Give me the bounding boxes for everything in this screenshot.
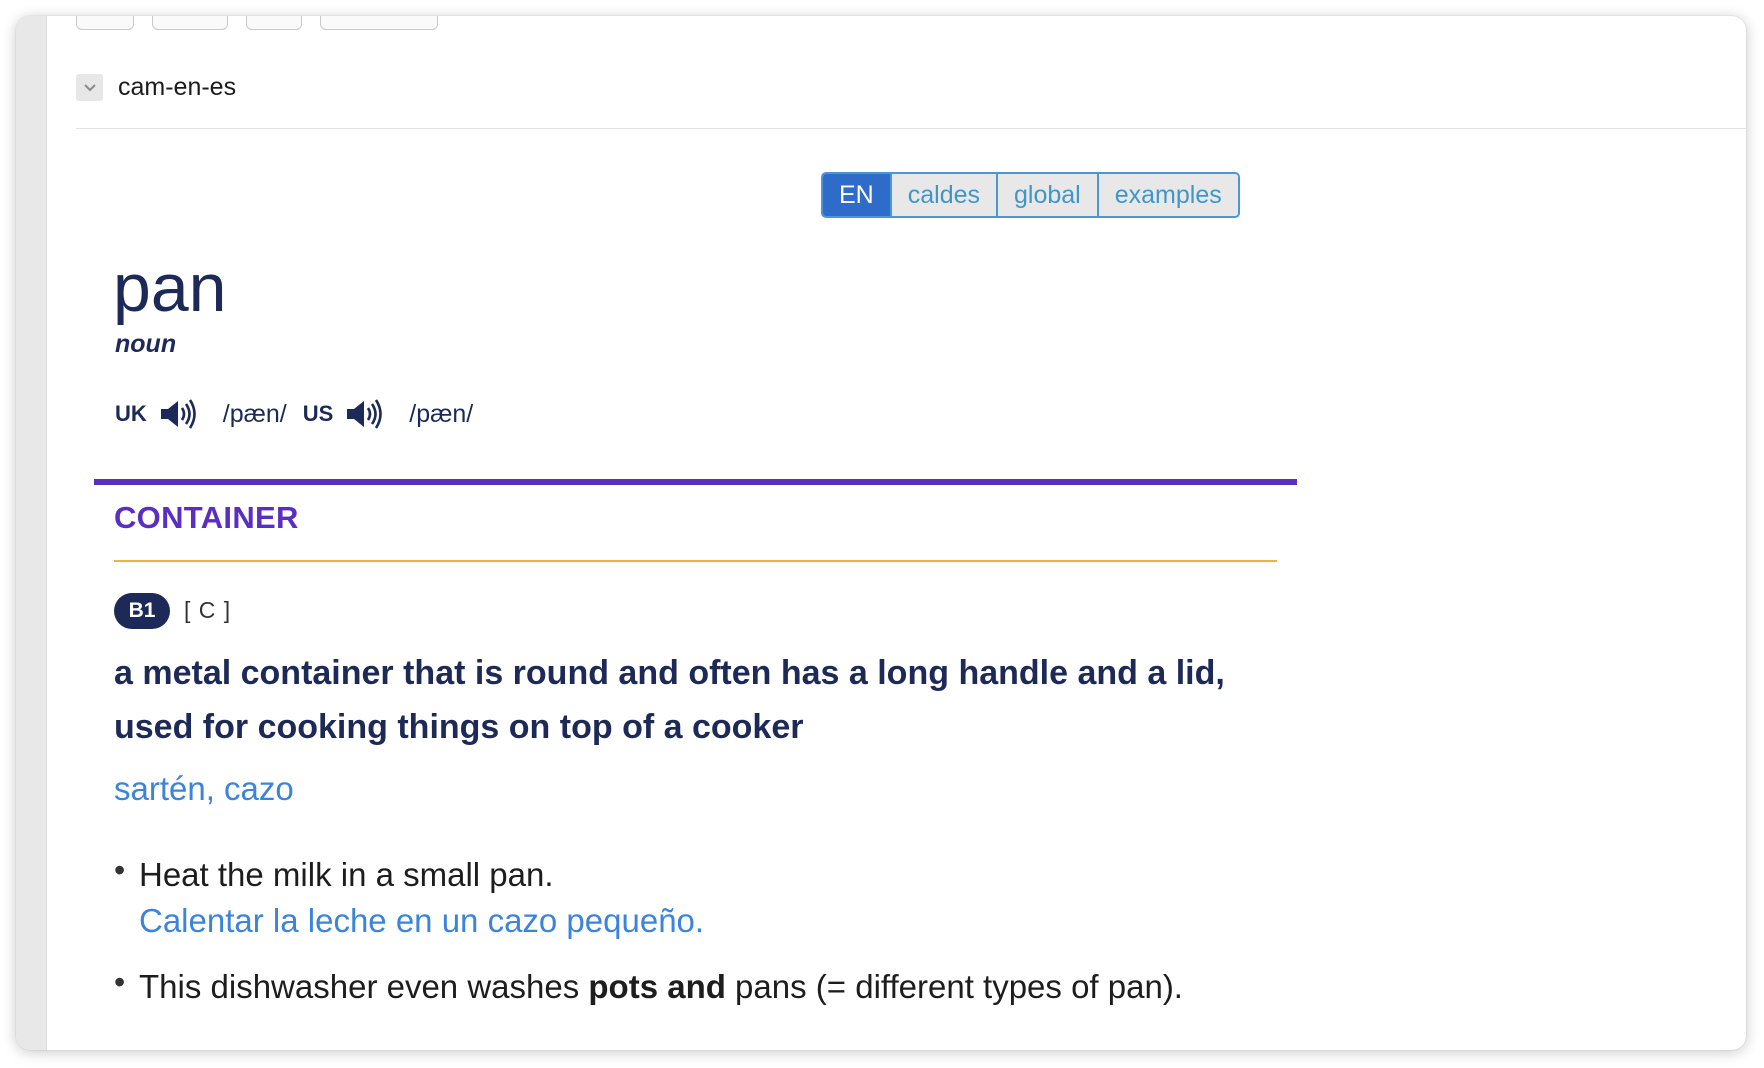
example-list: • Heat the milk in a small pan. Calentar… xyxy=(114,852,1314,1030)
ipa-us: /pæn/ xyxy=(409,399,474,428)
top-tab[interactable] xyxy=(152,16,228,30)
tab-en[interactable]: EN xyxy=(823,174,890,216)
example-item: • Heat the milk in a small pan. Calentar… xyxy=(114,852,1314,944)
bullet: • xyxy=(114,852,126,888)
tab-caldes[interactable]: caldes xyxy=(889,174,996,216)
top-tab-strip xyxy=(76,16,438,30)
ipa-uk: /pæn/ xyxy=(222,399,287,428)
left-sidebar-strip xyxy=(16,16,47,1050)
speaker-icon[interactable] xyxy=(343,396,387,432)
top-tab[interactable] xyxy=(246,16,302,30)
language-tabs: EN caldes global examples xyxy=(821,172,1240,218)
example-collocation: pots and xyxy=(588,968,726,1005)
dictionary-header: cam-en-es xyxy=(76,60,1746,129)
guideword-underline xyxy=(114,560,1277,562)
bullet: • xyxy=(114,964,126,1000)
tab-examples[interactable]: examples xyxy=(1096,174,1238,216)
example-text: Heat the milk in a small pan. xyxy=(139,856,554,893)
level-badge: B1 xyxy=(114,593,170,629)
pronunciation-row: UK /pæn/ US /pæn/ xyxy=(115,396,489,432)
top-tab[interactable] xyxy=(76,16,134,30)
example-item: • This dishwasher even washes pots and p… xyxy=(114,964,1314,1010)
tab-global[interactable]: global xyxy=(996,174,1097,216)
definition-translation: sartén, cazo xyxy=(114,770,294,807)
example-text: This dishwasher even washes pots and pan… xyxy=(139,964,1314,1010)
speaker-icon[interactable] xyxy=(157,396,201,432)
top-tab[interactable] xyxy=(320,16,438,30)
example-translation: Calentar la leche en un cazo pequeño. xyxy=(139,902,705,939)
region-us: US xyxy=(302,401,334,426)
example-text-before: This dishwasher even washes xyxy=(139,968,589,1005)
example-text-after: pans (= different types of pan). xyxy=(725,968,1183,1005)
part-of-speech: noun xyxy=(115,330,177,358)
chevron-down-icon xyxy=(83,83,96,91)
region-uk: UK xyxy=(115,401,147,426)
collapse-button[interactable] xyxy=(76,74,103,101)
grammar-code: [ C ] xyxy=(184,597,232,623)
definition: a metal container that is round and ofte… xyxy=(114,654,1225,746)
sense-divider xyxy=(94,479,1297,485)
guideword: CONTAINER xyxy=(114,500,299,535)
headword: pan xyxy=(113,250,227,326)
screen: cam-en-es EN caldes global examples pan … xyxy=(0,0,1764,1068)
dictionary-name: cam-en-es xyxy=(118,73,237,101)
